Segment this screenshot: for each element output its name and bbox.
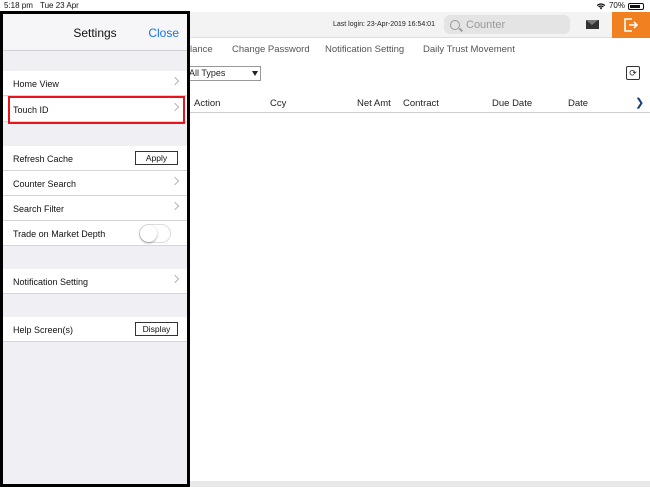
col-net-amt: Net Amt bbox=[357, 98, 391, 109]
search-icon bbox=[450, 19, 460, 30]
settings-row-search-filter[interactable]: Search Filter bbox=[3, 196, 187, 221]
counter-search-label: Counter Search bbox=[13, 179, 77, 189]
settings-row-trade-market-depth: Trade on Market Depth bbox=[3, 221, 187, 246]
col-due-date: Due Date bbox=[492, 98, 533, 109]
table-header: Action Ccy Net Amt Contract Due Date Dat… bbox=[186, 95, 650, 113]
tab-daily-trust-movement[interactable]: Daily Trust Movement bbox=[423, 44, 515, 55]
battery-percent: 70% bbox=[608, 1, 625, 10]
settings-panel: Settings Close Home View Touch ID Refres… bbox=[0, 11, 190, 487]
close-button[interactable]: Close bbox=[148, 26, 179, 40]
counter-search-input[interactable]: Counter bbox=[444, 15, 570, 34]
settings-row-home-view[interactable]: Home View bbox=[3, 71, 187, 96]
chevron-right-icon bbox=[170, 274, 180, 284]
status-right: 70% bbox=[596, 0, 644, 12]
tab-balance[interactable]: lance bbox=[190, 44, 213, 55]
settings-row-counter-search[interactable]: Counter Search bbox=[3, 171, 187, 196]
tab-notification-setting[interactable]: Notification Setting bbox=[325, 44, 404, 55]
settings-row-refresh-cache: Refresh Cache Apply bbox=[3, 146, 187, 171]
trade-market-depth-label: Trade on Market Depth bbox=[13, 229, 106, 239]
chevron-right-icon bbox=[170, 176, 180, 186]
col-ccy: Ccy bbox=[270, 98, 287, 109]
settings-header: Settings Close bbox=[3, 14, 187, 51]
notification-setting-label: Notification Setting bbox=[13, 277, 89, 287]
battery-icon bbox=[628, 2, 644, 10]
settings-row-help-screens: Help Screen(s) Display bbox=[3, 317, 187, 342]
logout-button[interactable] bbox=[612, 12, 650, 38]
logout-icon bbox=[624, 18, 639, 32]
last-login-text: Last login: 23-Apr-2019 16:54:01 bbox=[333, 21, 435, 28]
settings-row-notification-setting[interactable]: Notification Setting bbox=[3, 269, 187, 294]
search-filter-label: Search Filter bbox=[13, 204, 65, 214]
col-action: Action bbox=[194, 98, 221, 109]
display-button[interactable]: Display bbox=[135, 322, 178, 336]
toggle-knob bbox=[140, 225, 157, 242]
chevron-right-icon bbox=[170, 76, 180, 86]
tab-change-password[interactable]: Change Password bbox=[232, 44, 310, 55]
type-filter-select[interactable]: All Types bbox=[186, 66, 261, 81]
trade-market-depth-toggle[interactable] bbox=[139, 224, 171, 243]
mail-icon[interactable] bbox=[586, 20, 599, 29]
dropdown-arrow-icon bbox=[252, 71, 258, 76]
touch-id-highlight bbox=[8, 96, 185, 124]
type-filter-value: All Types bbox=[189, 68, 226, 78]
wifi-icon bbox=[596, 3, 606, 10]
next-columns-icon[interactable]: ❯ bbox=[635, 96, 644, 109]
bottom-divider bbox=[186, 481, 650, 487]
search-placeholder: Counter bbox=[466, 18, 506, 31]
help-screens-label: Help Screen(s) bbox=[13, 325, 74, 335]
col-contract: Contract bbox=[403, 98, 439, 109]
refresh-button[interactable]: ⟳ bbox=[626, 66, 640, 80]
chevron-right-icon bbox=[170, 201, 180, 211]
refresh-cache-label: Refresh Cache bbox=[13, 154, 74, 164]
app-screen: 5:18 pm Tue 23 Apr 70% Last login: 23-Ap… bbox=[0, 0, 650, 487]
col-date: Date bbox=[568, 98, 589, 109]
home-view-label: Home View bbox=[13, 79, 59, 89]
apply-button[interactable]: Apply bbox=[135, 151, 178, 165]
refresh-icon: ⟳ bbox=[629, 67, 637, 78]
